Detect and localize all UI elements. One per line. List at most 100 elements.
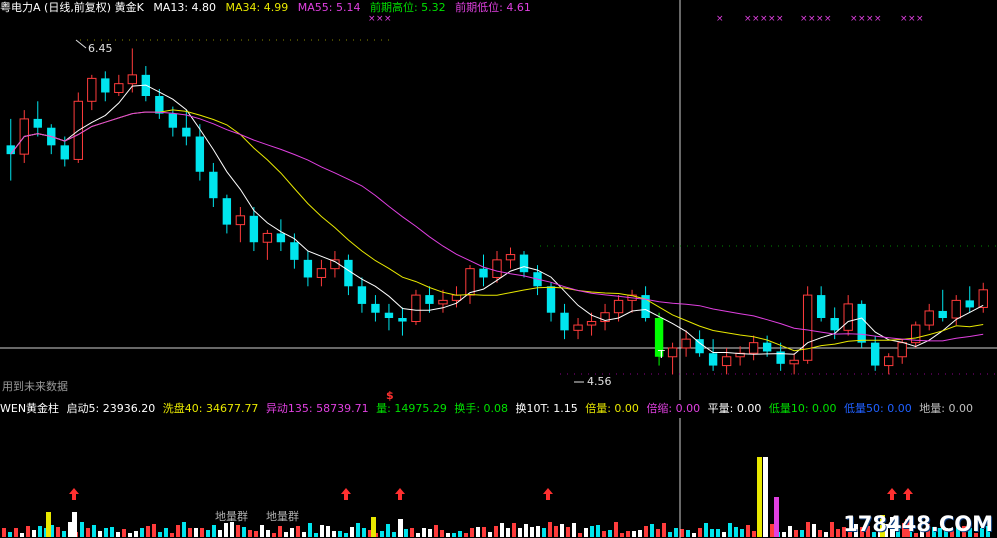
volume-bar	[542, 528, 546, 537]
volume-bar	[692, 533, 696, 537]
volume-bar	[164, 528, 168, 537]
volume-bar	[710, 529, 714, 537]
candle-body	[357, 286, 367, 304]
volume-bar	[92, 525, 96, 537]
volume-bar	[434, 525, 438, 537]
candle-body	[222, 198, 232, 225]
start-signal-arrow	[69, 488, 79, 500]
candle-body	[586, 321, 597, 326]
signal-cross-marker: ×	[376, 14, 384, 24]
volume-bar	[530, 527, 534, 537]
candle-body	[398, 318, 407, 322]
volume-bar	[590, 526, 594, 537]
volume-bar	[284, 532, 288, 537]
volume-bar	[62, 531, 66, 537]
stock-chart-window: 粤电力A (日线,前复权) 黄金K MA13: 4.80 MA34: 4.99 …	[0, 0, 997, 538]
candle-body	[276, 233, 286, 243]
volume-bar	[146, 526, 150, 537]
volume-bar	[230, 522, 234, 537]
high-price-pointer	[75, 39, 87, 49]
candle-body	[681, 338, 691, 349]
volume-bar	[470, 528, 474, 537]
volume-bar	[788, 526, 792, 537]
volume-bar-highlight	[72, 512, 77, 537]
signal-cross-marker: ×	[816, 14, 824, 24]
volume-bar	[404, 529, 408, 537]
signal-cross-marker: ×	[768, 14, 776, 24]
volume-bar	[194, 528, 198, 537]
volume-bar	[506, 528, 510, 537]
volume-bar	[38, 526, 42, 537]
volume-bar	[68, 522, 72, 537]
volume-bar	[308, 523, 312, 537]
double-vol-value: 倍量: 0.00	[585, 402, 639, 415]
signal-cross-marker: ×	[752, 14, 760, 24]
signal-cross-marker: ×	[908, 14, 916, 24]
candle-body	[871, 342, 880, 366]
future-data-note: 用到未来数据	[2, 380, 68, 393]
volume-bar	[338, 531, 342, 537]
volume-bar	[608, 530, 612, 537]
signal-cross-marker: ×	[916, 14, 924, 24]
candle-body	[479, 268, 488, 278]
ma55-line	[10, 111, 984, 342]
volume-bar	[260, 525, 264, 537]
candle-body	[114, 83, 124, 93]
candle-body	[938, 310, 947, 318]
start-signal-arrow	[543, 488, 553, 500]
volume-bar	[122, 529, 126, 537]
volume-bar	[290, 528, 294, 537]
volume-bar	[116, 532, 120, 537]
ma34-line	[10, 109, 984, 352]
volume-bar	[212, 525, 216, 537]
candle-body	[748, 342, 759, 354]
candle-body	[857, 303, 866, 343]
volume-bar	[836, 529, 840, 537]
volume-bar-highlight	[763, 457, 768, 537]
volume-bar-highlight	[774, 497, 779, 537]
volume-bar	[182, 522, 186, 537]
ma13-line	[10, 84, 984, 355]
volume-bar	[254, 531, 258, 537]
volume-bar	[686, 530, 690, 537]
volume-bar	[86, 528, 90, 537]
volume-bar	[518, 528, 522, 537]
volume-bar	[410, 528, 414, 537]
volume-bar	[206, 530, 210, 537]
volume-bar	[98, 531, 102, 537]
volume-bar	[794, 530, 798, 537]
volume-bar	[350, 527, 354, 537]
volume-bar	[242, 527, 246, 537]
turnover-value: 换手: 0.08	[454, 402, 509, 415]
volume-bar	[740, 529, 744, 537]
volume-bar	[668, 532, 672, 537]
signal-cross-marker: ×	[808, 14, 816, 24]
volume-bar	[680, 529, 684, 537]
signal-cross-marker: ×	[874, 14, 882, 24]
volume-bar	[638, 530, 642, 537]
ground-cluster-label-1: 地量群	[215, 510, 248, 523]
volume-bar	[26, 526, 30, 537]
candle-body	[465, 268, 475, 296]
volume-bar	[626, 531, 630, 537]
candle-body	[168, 113, 178, 128]
high-price-label: 6.45	[88, 42, 113, 55]
candle-body	[438, 299, 448, 305]
volume-bar-highlight	[371, 517, 376, 537]
low-vol50-value: 低量50: 0.00	[844, 402, 912, 415]
start-signal-arrow	[903, 488, 913, 500]
price-chart[interactable]: × × × × × × × × × × × × × × × × × × × ×	[0, 0, 997, 400]
volume-bar	[698, 528, 702, 537]
candle-body	[560, 312, 569, 331]
volume-bar	[650, 524, 654, 537]
indicator-name[interactable]: WEN黄金柱	[0, 402, 59, 415]
volume-bar	[110, 527, 114, 537]
volume-bar	[722, 532, 726, 537]
volume-bar	[500, 523, 504, 537]
volume-bar	[314, 533, 318, 537]
candle-body	[425, 295, 434, 304]
t-marker: T	[658, 348, 665, 361]
volume-bar	[548, 522, 552, 537]
volume-bar	[494, 526, 498, 537]
volume-bar	[488, 532, 492, 537]
